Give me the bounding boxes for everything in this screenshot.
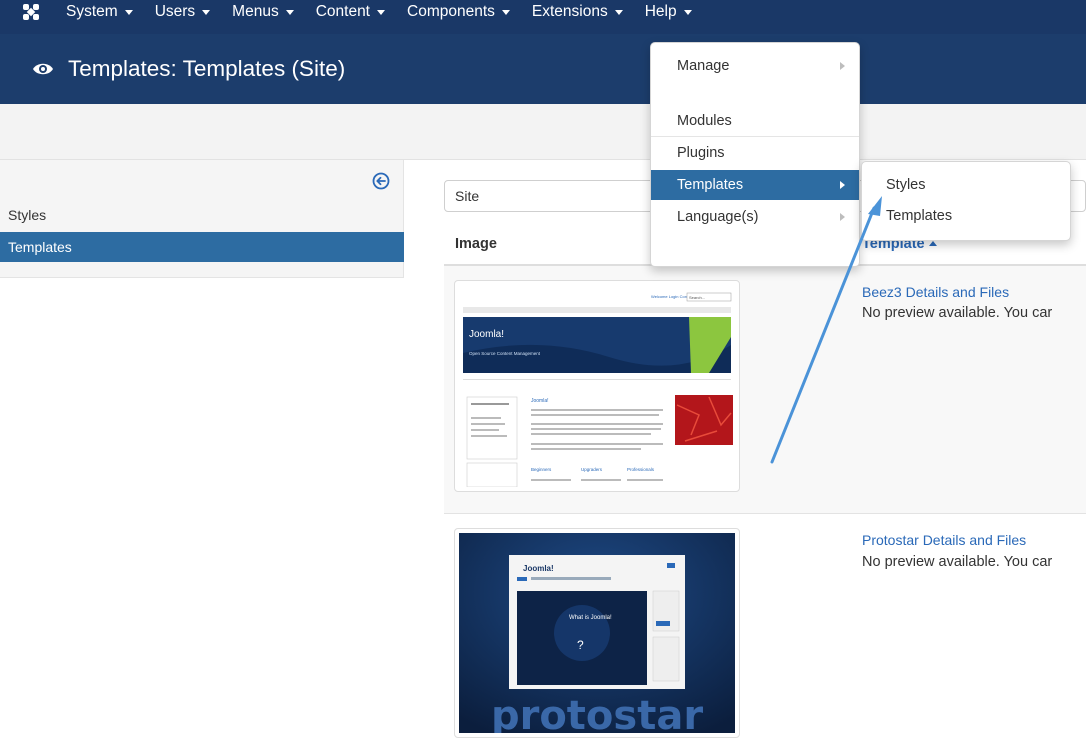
- nav-system[interactable]: System: [66, 3, 133, 21]
- sort-ascending-icon: [928, 241, 937, 246]
- nav-users-label: Users: [154, 3, 196, 20]
- menu-item-label: Manage: [677, 58, 730, 74]
- protostar-thumbnail[interactable]: Joomla! What is Joomla! ? protostar: [454, 528, 740, 738]
- menu-item-templates[interactable]: Templates: [651, 170, 859, 200]
- submenu-item-label: Templates: [886, 208, 953, 224]
- sidebar-item-templates[interactable]: Templates: [0, 232, 404, 262]
- nav-components[interactable]: Components: [407, 3, 510, 21]
- menu-item-modules[interactable]: Modules: [651, 106, 859, 136]
- protostar-preview-image: Joomla! What is Joomla! ? protostar: [459, 533, 735, 738]
- preview-brand: Joomla!: [469, 329, 504, 340]
- caret-down-icon: [683, 9, 692, 15]
- preview-search-box: Search...: [689, 295, 705, 300]
- collapse-sidebar-icon[interactable]: [372, 172, 390, 190]
- sidebar-item-label: Templates: [8, 239, 72, 255]
- menu-item-languages[interactable]: Language(s): [651, 202, 859, 232]
- nav-extensions[interactable]: Extensions: [532, 3, 623, 21]
- eye-icon: [33, 63, 53, 75]
- preview-article-heading: Joomla!: [531, 398, 549, 404]
- caret-down-icon: [614, 9, 623, 15]
- nav-help[interactable]: Help: [645, 3, 692, 21]
- preview-tagline: Open Source Content Management: [469, 351, 541, 356]
- protostar-description: No preview available. You car: [862, 554, 1053, 570]
- sidebar-item-styles[interactable]: Styles: [0, 200, 404, 230]
- protostar-wordmark: protostar: [491, 693, 703, 733]
- menu-item-manage[interactable]: Manage: [651, 51, 859, 81]
- beez3-thumbnail[interactable]: Welcome Login Contact Search... Joomla! …: [454, 280, 740, 492]
- sidebar: Styles Templates: [0, 160, 404, 278]
- menu-item-plugins[interactable]: Plugins: [651, 138, 859, 168]
- preview-col-label: Upgraders: [581, 467, 603, 472]
- menu-item-label: Language(s): [677, 209, 759, 225]
- submenu-item-templates[interactable]: Templates: [862, 201, 1070, 231]
- extensions-dropdown: Manage Modules Plugins Templates Languag…: [650, 42, 860, 267]
- menu-item-label: Modules: [677, 113, 732, 129]
- menu-item-label: Plugins: [677, 145, 725, 161]
- client-filter-value: Site: [455, 188, 480, 204]
- nav-users[interactable]: Users: [154, 3, 211, 21]
- nav-help-label: Help: [644, 3, 677, 20]
- menu-divider: [651, 136, 859, 137]
- nav-components-label: Components: [407, 3, 495, 20]
- nav-menus-label: Menus: [232, 3, 279, 20]
- sidebar-item-label: Styles: [8, 207, 47, 223]
- chevron-right-icon: [840, 62, 845, 70]
- menu-item-label: Templates: [677, 177, 744, 193]
- templates-submenu: Styles Templates: [861, 161, 1071, 241]
- toolbar: [0, 104, 1086, 160]
- beez3-preview-image: Welcome Login Contact Search... Joomla! …: [459, 285, 735, 488]
- beez3-description: No preview available. You car: [862, 305, 1053, 321]
- top-navbar: System Users Menus Content Components Ex…: [0, 0, 1086, 34]
- nav-system-label: System: [66, 3, 118, 20]
- nav-content-label: Content: [315, 3, 370, 20]
- caret-down-icon: [124, 9, 133, 15]
- joomla-logo-icon[interactable]: [22, 3, 40, 21]
- caret-down-icon: [202, 9, 211, 15]
- chevron-right-icon: [840, 213, 845, 221]
- svg-text:?: ?: [577, 638, 584, 652]
- page-title: Templates: Templates (Site): [68, 56, 346, 81]
- preview-col-label: Professionals: [627, 467, 655, 472]
- column-header-image: Image: [455, 236, 497, 252]
- page-header: Templates: Templates (Site): [0, 34, 1086, 104]
- submenu-item-styles[interactable]: Styles: [862, 170, 1070, 200]
- preview-brand: Joomla!: [523, 564, 554, 573]
- preview-hero-text: What is Joomla!: [569, 615, 612, 621]
- caret-down-icon: [501, 9, 510, 15]
- nav-content[interactable]: Content: [316, 3, 385, 21]
- preview-col-label: Beginners: [531, 467, 552, 472]
- beez3-details-link[interactable]: Beez3 Details and Files: [862, 284, 1009, 300]
- caret-down-icon: [377, 9, 385, 15]
- nav-menus[interactable]: Menus: [232, 3, 294, 21]
- submenu-item-label: Styles: [886, 177, 926, 193]
- caret-down-icon: [285, 9, 294, 15]
- protostar-details-link[interactable]: Protostar Details and Files: [862, 532, 1026, 548]
- nav-extensions-label: Extensions: [531, 3, 608, 20]
- chevron-right-icon: [840, 181, 845, 189]
